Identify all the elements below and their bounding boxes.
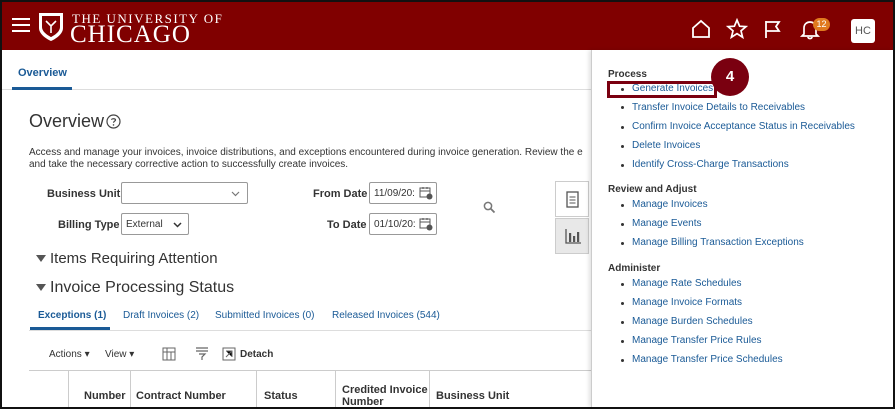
description-line-2: and take the necessary corrective action…: [29, 159, 349, 170]
link-identify-cross-charge[interactable]: Identify Cross-Charge Transactions: [632, 159, 789, 170]
subtab-exceptions[interactable]: Exceptions (1): [38, 310, 106, 321]
active-tab-indicator: [12, 87, 72, 90]
freeze-icon[interactable]: [162, 347, 176, 361]
bullet: [621, 106, 624, 109]
link-manage-transfer-price-rules[interactable]: Manage Transfer Price Rules: [632, 335, 762, 346]
subtab-released-invoices[interactable]: Released Invoices (544): [332, 310, 440, 321]
link-manage-burden-schedules[interactable]: Manage Burden Schedules: [632, 316, 753, 327]
link-manage-invoices[interactable]: Manage Invoices: [632, 199, 708, 210]
link-manage-billing-exceptions[interactable]: Manage Billing Transaction Exceptions: [632, 237, 804, 248]
actions-menu[interactable]: Actions ▾: [49, 349, 90, 360]
column-header-credited-invoice-number[interactable]: Credited Invoice Number: [342, 384, 428, 407]
collapse-triangle-icon[interactable]: [36, 255, 46, 262]
user-avatar[interactable]: HC: [851, 19, 875, 43]
view-label: View: [105, 349, 127, 360]
link-transfer-invoice-details[interactable]: Transfer Invoice Details to Receivables: [632, 102, 805, 113]
items-requiring-attention-heading[interactable]: Items Requiring Attention: [50, 250, 218, 267]
caret-down-icon: ▾: [84, 349, 90, 360]
list-view-button[interactable]: [555, 181, 589, 217]
detach-icon[interactable]: [222, 347, 236, 361]
column-header-status[interactable]: Status: [264, 390, 298, 402]
detach-button[interactable]: Detach: [240, 349, 273, 360]
top-bar: THE UNIVERSITY OF CHICAGO 12 HC: [2, 2, 893, 50]
from-date-value: 11/09/20:: [374, 188, 415, 199]
page-title: Overview: [29, 111, 105, 131]
step-number-badge: 4: [711, 58, 749, 96]
link-manage-events[interactable]: Manage Events: [632, 218, 702, 229]
column-divider: [256, 370, 257, 407]
bar-chart-icon: [565, 229, 581, 244]
star-icon[interactable]: [726, 18, 748, 40]
calendar-icon[interactable]: [419, 186, 433, 200]
table-top-border: [29, 370, 591, 371]
collapse-triangle-icon[interactable]: [36, 284, 46, 291]
column-divider: [68, 370, 69, 407]
bullet: [621, 145, 624, 148]
column-divider: [429, 370, 430, 407]
to-date-label: To Date: [327, 219, 367, 231]
invoice-processing-status-heading[interactable]: Invoice Processing Status: [50, 279, 234, 297]
subtabs-divider: [29, 330, 591, 331]
bullet: [621, 223, 624, 226]
process-heading: Process: [608, 69, 647, 80]
page-description: Access and manage your invoices, invoice…: [29, 147, 591, 171]
subtab-submitted-invoices[interactable]: Submitted Invoices (0): [215, 310, 315, 321]
link-delete-invoices[interactable]: Delete Invoices: [632, 140, 700, 151]
bullet: [621, 242, 624, 245]
column-header-number[interactable]: Number: [84, 390, 126, 402]
tab-row: Overview: [2, 50, 591, 90]
university-crest-icon: [39, 13, 63, 41]
university-name-big: CHICAGO: [70, 21, 191, 48]
bullet: [621, 340, 624, 343]
home-icon[interactable]: [690, 18, 712, 40]
highlight-box: [607, 81, 717, 98]
business-unit-label: Business Unit: [47, 188, 121, 200]
administer-heading: Administer: [608, 263, 661, 274]
bullet: [621, 302, 624, 305]
calendar-icon[interactable]: [419, 217, 433, 231]
column-header-contract-number[interactable]: Contract Number: [136, 390, 226, 402]
description-line-1: Access and manage your invoices, invoice…: [29, 147, 583, 158]
billing-type-value: External: [126, 219, 163, 230]
column-header-business-unit[interactable]: Business Unit: [436, 390, 509, 402]
billing-type-select[interactable]: External: [121, 213, 189, 235]
link-manage-rate-schedules[interactable]: Manage Rate Schedules: [632, 278, 742, 289]
bullet: [621, 359, 624, 362]
link-confirm-invoice-acceptance[interactable]: Confirm Invoice Acceptance Status in Rec…: [632, 121, 855, 132]
filter-icon[interactable]: [195, 347, 209, 361]
menu-icon[interactable]: [12, 18, 30, 32]
bullet: [621, 321, 624, 324]
link-manage-invoice-formats[interactable]: Manage Invoice Formats: [632, 297, 742, 308]
business-unit-select[interactable]: [121, 182, 248, 204]
billing-type-label: Billing Type: [58, 219, 120, 231]
help-icon[interactable]: [106, 114, 121, 129]
flag-icon[interactable]: [762, 18, 784, 40]
document-icon: [566, 191, 579, 208]
bullet: [621, 126, 624, 129]
search-icon[interactable]: [483, 201, 496, 214]
tab-overview[interactable]: Overview: [18, 67, 67, 79]
to-date-value: 01/10/20:: [374, 219, 416, 230]
caret-down-icon: ▾: [129, 349, 135, 360]
subtab-draft-invoices[interactable]: Draft Invoices (2): [123, 310, 199, 321]
chevron-down-icon: [231, 191, 240, 197]
column-divider: [335, 370, 336, 407]
to-date-input[interactable]: 01/10/20:: [369, 213, 437, 235]
app-window: THE UNIVERSITY OF CHICAGO 12 HC Overview…: [0, 0, 895, 409]
bullet: [621, 204, 624, 207]
chart-view-button[interactable]: [555, 218, 589, 254]
notification-badge: 12: [813, 18, 830, 31]
link-manage-transfer-price-schedules[interactable]: Manage Transfer Price Schedules: [632, 354, 783, 365]
from-date-input[interactable]: 11/09/20:: [369, 182, 437, 204]
actions-label: Actions: [49, 349, 82, 360]
review-adjust-heading: Review and Adjust: [608, 184, 697, 195]
from-date-label: From Date: [313, 188, 368, 200]
bullet: [621, 283, 624, 286]
chevron-down-icon: [173, 222, 182, 228]
bullet: [621, 164, 624, 167]
view-menu[interactable]: View ▾: [105, 349, 134, 360]
column-divider: [130, 370, 131, 407]
